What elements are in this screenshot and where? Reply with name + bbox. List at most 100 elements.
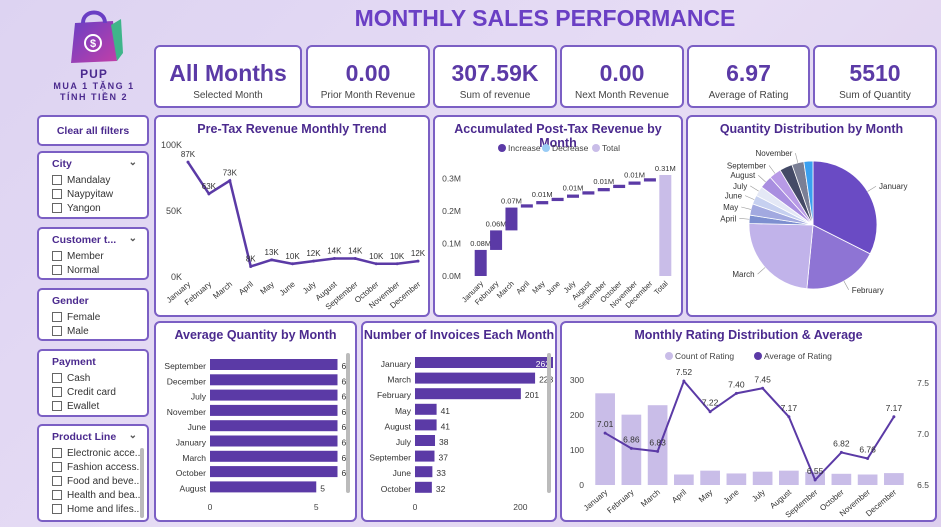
clear-filters-button[interactable]: Clear all filters [37, 115, 149, 146]
category-label: November [167, 407, 206, 417]
data-label: 5 [320, 483, 325, 493]
checkbox[interactable] [52, 251, 62, 261]
leader-line [757, 267, 766, 275]
checkbox[interactable] [52, 312, 62, 322]
data-point [332, 257, 336, 261]
filter-option[interactable]: Normal [39, 263, 147, 277]
data-point [270, 258, 274, 262]
data-label: 6 [342, 468, 347, 478]
kpi-label: Sum of revenue [459, 90, 531, 101]
data-label: 0.01M [532, 190, 553, 199]
checkbox[interactable] [52, 476, 62, 486]
legend-swatch [592, 144, 600, 152]
category-label: October [176, 468, 206, 478]
option-label: Food and beve... [67, 475, 143, 487]
checkbox[interactable] [52, 265, 62, 275]
y-tick-label: 50K [166, 206, 182, 216]
pie-slice [748, 223, 814, 290]
x-tick-label: March [211, 280, 234, 301]
x-tick-label: May [259, 280, 276, 297]
kpi-value: 0.00 [599, 60, 645, 86]
scrollbar[interactable] [140, 448, 144, 518]
checkbox[interactable] [52, 373, 62, 383]
data-label: 41 [441, 406, 451, 416]
filter-option[interactable]: Health and bea... [39, 488, 147, 502]
bar [884, 473, 904, 485]
option-label: Mandalay [67, 174, 111, 186]
filter-option[interactable]: Male [39, 324, 147, 338]
filter-option[interactable]: Female [39, 310, 147, 324]
line-chart: 0K50K100K87KJanuary63KFebruary73KMarch8K… [161, 140, 426, 312]
chevron-down-icon[interactable]: ⌄ [129, 430, 137, 441]
data-point [291, 262, 295, 266]
filter-option[interactable]: Electronic acce... [39, 446, 147, 460]
filter-option[interactable]: Fashion access... [39, 460, 147, 474]
data-point [629, 446, 633, 450]
filter-option[interactable]: Home and lifes... [39, 502, 147, 516]
chevron-down-icon[interactable]: ⌄ [129, 157, 137, 168]
y-tick-label: 0 [579, 480, 584, 490]
bar [210, 420, 338, 432]
leader-line [843, 280, 849, 290]
legend-label: Decrease [552, 143, 589, 153]
filter-option[interactable]: Credit card [39, 385, 147, 399]
checkbox[interactable] [52, 387, 62, 397]
slice-label: June [725, 192, 743, 201]
waterfall-bar [582, 191, 595, 195]
slice-label: March [732, 270, 754, 279]
chart-rating-distribution: Monthly Rating Distribution & Average Co… [560, 321, 937, 522]
data-label: 14K [348, 247, 363, 256]
checkbox[interactable] [52, 203, 62, 213]
data-label: 6.82 [833, 438, 850, 448]
filter-option[interactable]: Member [39, 249, 147, 263]
kpi-label: Selected Month [193, 90, 263, 101]
data-label: 7.52 [676, 367, 693, 377]
data-point [813, 478, 817, 482]
slice-label: November [756, 149, 793, 158]
data-label: 6 [342, 361, 347, 371]
bar [415, 388, 521, 400]
checkbox[interactable] [52, 490, 62, 500]
slice-label: May [723, 203, 738, 212]
bar [210, 481, 317, 493]
chevron-down-icon[interactable]: ⌄ [129, 233, 137, 244]
checkbox[interactable] [52, 448, 62, 458]
filter-header[interactable]: Product Line ⌄ [39, 426, 147, 446]
bar [415, 450, 435, 462]
data-label: 8K [246, 254, 256, 263]
bar [857, 474, 878, 485]
bar [210, 389, 338, 401]
checkbox[interactable] [52, 189, 62, 199]
legend-swatch [754, 352, 762, 360]
x-tick-label: May [530, 279, 547, 296]
leader-line [758, 175, 766, 183]
data-label: 6.76 [859, 445, 876, 455]
checkbox[interactable] [52, 175, 62, 185]
filter-header[interactable]: Payment [39, 351, 147, 371]
x-tick-label: February [605, 488, 635, 515]
filter-option[interactable]: Cash [39, 371, 147, 385]
x-tick-label: 0 [413, 502, 418, 512]
kpi-label: Sum of Quantity [839, 90, 911, 101]
filter-option[interactable]: Mandalay [39, 173, 147, 187]
data-label: 12K [306, 249, 321, 258]
checkbox[interactable] [52, 401, 62, 411]
data-label: 7.22 [702, 398, 719, 408]
kpi-sum-of-quantity: 5510 Sum of Quantity [813, 45, 937, 108]
filter-header[interactable]: City ⌄ [39, 153, 147, 173]
checkbox[interactable] [52, 504, 62, 514]
bar [779, 470, 799, 485]
filter-header[interactable]: Gender [39, 290, 147, 310]
bar [752, 471, 773, 485]
data-point [311, 259, 315, 263]
filter-header[interactable]: Customer t... ⌄ [39, 229, 147, 249]
filter-option[interactable]: Yangon [39, 201, 147, 215]
bar [415, 403, 437, 415]
filter-option[interactable]: Ewallet [39, 399, 147, 413]
x-tick-label: 0 [208, 502, 213, 512]
filter-option[interactable]: Food and beve... [39, 474, 147, 488]
checkbox[interactable] [52, 462, 62, 472]
checkbox[interactable] [52, 326, 62, 336]
filter-option[interactable]: Naypyitaw [39, 187, 147, 201]
data-label: 0.31M [655, 164, 676, 173]
